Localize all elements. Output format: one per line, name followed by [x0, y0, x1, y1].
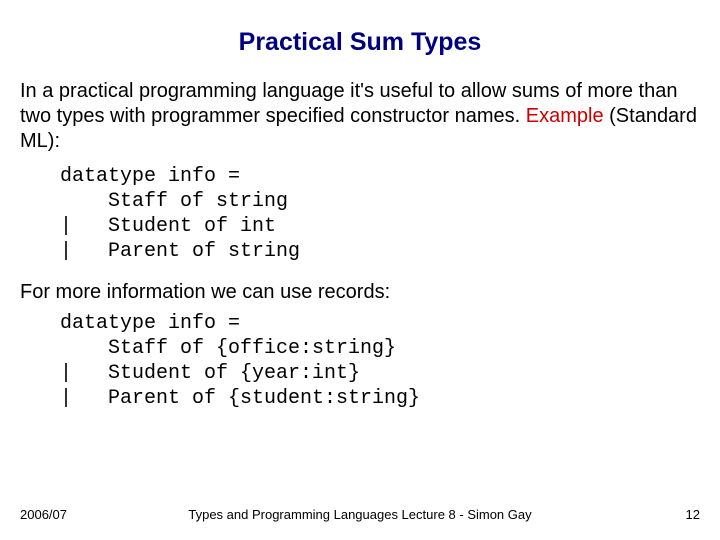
mid-paragraph: For more information we can use records:	[20, 280, 700, 305]
slide-title: Practical Sum Types	[20, 28, 700, 57]
intro-paragraph: In a practical programming language it's…	[20, 79, 700, 154]
footer-date: 2006/07	[20, 507, 67, 522]
code-block-1: datatype info = Staff of string | Studen…	[60, 164, 700, 264]
footer: 2006/07 Types and Programming Languages …	[0, 507, 720, 522]
example-keyword: Example	[526, 105, 604, 127]
code-block-2: datatype info = Staff of {office:string}…	[60, 311, 700, 411]
footer-page-number: 12	[686, 507, 700, 522]
footer-lecture: Types and Programming Languages Lecture …	[188, 507, 531, 522]
slide: Practical Sum Types In a practical progr…	[0, 0, 720, 540]
